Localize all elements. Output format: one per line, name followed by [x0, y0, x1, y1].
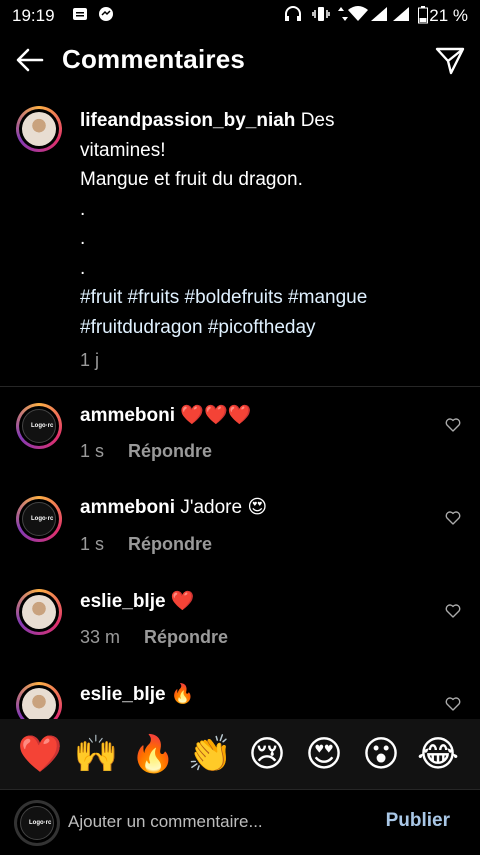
comment-text: ❤️❤️❤️ [180, 405, 252, 426]
emoji-laughing-button[interactable]: 😂 [410, 729, 466, 779]
back-button[interactable] [14, 44, 46, 76]
messenger-icon [98, 6, 114, 26]
publish-button[interactable]: Publier [386, 810, 450, 832]
emoji-surprised-button[interactable]: 😮 [353, 729, 409, 779]
reply-button[interactable]: Répondre [128, 534, 212, 554]
caption-dot: . [80, 198, 86, 220]
avatar-logo-text: Logo·rc [29, 820, 52, 826]
send-icon [435, 47, 465, 75]
comment-input[interactable]: Ajouter un commentaire... [68, 812, 263, 832]
data-transfer-icon [338, 6, 348, 26]
reply-button[interactable]: Répondre [128, 441, 212, 461]
vibrate-icon [312, 6, 330, 26]
emoji-clapping-button[interactable]: 👏 [182, 729, 238, 779]
commenter-avatar[interactable]: Logo·rc [16, 496, 62, 542]
comment-time: 1 s [80, 534, 105, 554]
app-bar: Commentaires [0, 32, 480, 88]
emoji-heart-button[interactable]: ❤️ [12, 729, 68, 779]
avatar-image [22, 112, 56, 146]
caption-author-avatar[interactable] [16, 106, 62, 152]
caption-username[interactable]: lifeandpassion_by_niah [80, 110, 295, 131]
post-caption: lifeandpassion_by_niah Des vitamines! Ma… [80, 106, 460, 376]
comment-time: 1 s [80, 441, 105, 461]
caption-timestamp: 1 j [80, 350, 100, 370]
avatar-logo-text: Logo·rc [31, 423, 54, 429]
comment-text: 🔥 [170, 684, 195, 705]
caption-text-line3: Mangue et fruit du dragon. [80, 169, 303, 190]
caption-hashtags[interactable]: #fruitdudragon #picoftheday [80, 313, 460, 343]
avatar-logo-text: Logo·rc [31, 516, 54, 522]
wifi-icon [348, 6, 368, 26]
commenter-avatar[interactable] [16, 682, 62, 719]
emoji-raising-hands-button[interactable]: 🙌 [68, 729, 124, 779]
caption-hashtags[interactable]: #fruit #fruits #boldefruits #mangue [80, 283, 460, 313]
status-time: 19:19 [12, 6, 55, 25]
like-heart-icon[interactable] [445, 603, 461, 619]
emoji-heart-eyes-button[interactable]: 😍 [296, 729, 352, 779]
caption-text-line2: vitamines! [80, 139, 166, 161]
comment-item: Logo·rc ammeboni J'adore 😍 1 s Répondre [0, 496, 480, 576]
comment-username[interactable]: ammeboni [80, 405, 175, 426]
caption-text-line1: Des [300, 110, 335, 131]
comment-item: eslie_blje ❤️ 33 m Répondre [0, 589, 480, 669]
comment-text: ❤️ [170, 591, 195, 612]
comment-time: 33 m [80, 627, 121, 647]
mail-notification-icon [72, 6, 88, 26]
emoji-fire-button[interactable]: 🔥 [125, 729, 181, 779]
share-button[interactable] [434, 44, 466, 76]
commenter-avatar[interactable]: Logo·rc [16, 403, 62, 449]
current-user-avatar: Logo·rc [14, 800, 60, 846]
like-heart-icon[interactable] [445, 417, 461, 433]
quick-emoji-bar: ❤️ 🙌 🔥 👏 😢 😍 😮 😂 [0, 719, 480, 789]
battery-icon [418, 6, 428, 28]
comment-item: eslie_blje 🔥 [0, 682, 480, 719]
reply-button[interactable]: Répondre [144, 627, 228, 647]
divider [0, 386, 480, 387]
cellular-signal-icon [370, 6, 388, 26]
comment-text: J'adore 😍 [180, 497, 268, 518]
commenter-avatar[interactable] [16, 589, 62, 635]
comment-username[interactable]: eslie_blje [80, 684, 166, 705]
cellular-signal-2-icon [392, 6, 410, 26]
like-heart-icon[interactable] [445, 510, 461, 526]
arrow-left-icon [16, 48, 44, 72]
comment-username[interactable]: ammeboni [80, 497, 175, 518]
comment-composer: Logo·rc Ajouter un commentaire... Publie… [0, 789, 480, 855]
headphones-icon [284, 6, 302, 26]
comment-username[interactable]: eslie_blje [80, 591, 166, 612]
emoji-crying-button[interactable]: 😢 [239, 729, 295, 779]
status-bar: 19:19 21 % [0, 0, 480, 32]
caption-dot: . [80, 228, 86, 249]
page-title: Commentaires [62, 44, 246, 74]
comment-item: Logo·rc ammeboni ❤️❤️❤️ 1 s Répondre [0, 403, 480, 483]
caption-dot: . [80, 257, 86, 279]
like-heart-icon[interactable] [445, 696, 461, 712]
battery-percentage: 21 % [429, 6, 468, 25]
